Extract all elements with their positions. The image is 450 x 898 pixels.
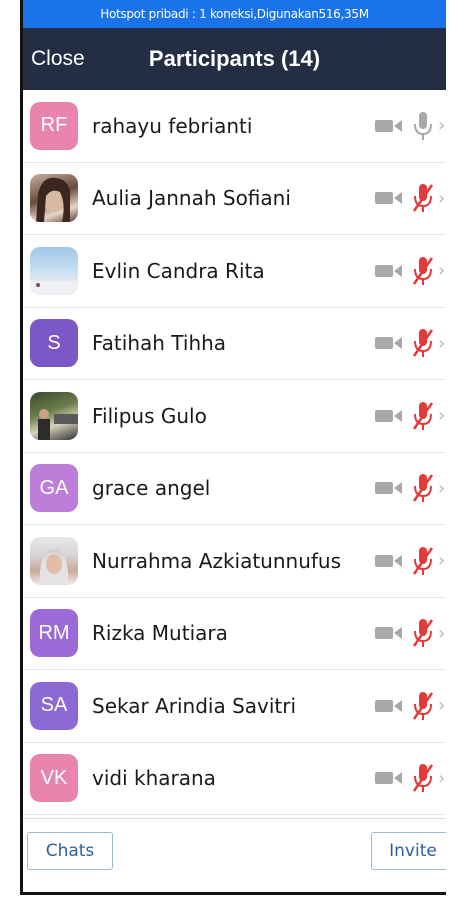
bottom-toolbar: Chats Invite: [23, 818, 446, 885]
video-off-icon: [375, 699, 402, 712]
close-button[interactable]: Close: [31, 28, 85, 90]
avatar: RM: [30, 609, 78, 658]
participant-controls: ›: [374, 453, 446, 525]
app-frame: Hotspot pribadi : 1 koneksi,Digunakan516…: [20, 0, 446, 895]
muted-microphone-icon: [412, 619, 434, 648]
avatar: RF: [30, 101, 78, 150]
participant-controls: ›: [374, 380, 446, 452]
participant-name: rahayu febrianti: [92, 113, 253, 138]
participant-row[interactable]: Filipus Gulo ›: [23, 380, 446, 453]
participant-controls: ›: [374, 163, 446, 235]
participant-controls: ›: [374, 308, 446, 380]
participant-row[interactable]: GA grace angel ›: [23, 453, 446, 525]
avatar: [30, 246, 78, 295]
video-off-icon: [375, 409, 402, 422]
profile-photo: [30, 280, 78, 295]
participant-controls: ›: [374, 743, 446, 815]
participant-name: Aulia Jannah Sofiani: [92, 186, 291, 211]
avatar-initials: RM: [38, 621, 70, 644]
chevron-right-icon: ›: [438, 767, 446, 789]
avatar: [30, 391, 78, 440]
muted-microphone-icon: [412, 764, 434, 793]
video-off-icon: [375, 264, 402, 277]
participant-name: Filipus Gulo: [92, 403, 207, 428]
video-off-icon: [375, 482, 402, 495]
muted-microphone-icon: [412, 546, 434, 575]
participant-controls: ›: [374, 235, 446, 307]
profile-photo: [39, 548, 69, 585]
avatar-initials: S: [47, 331, 61, 354]
chevron-right-icon: ›: [438, 695, 446, 717]
avatar-initials: GA: [39, 476, 69, 499]
page-title: Participants (14): [148, 46, 321, 71]
avatar: S: [30, 319, 78, 368]
muted-microphone-icon: [412, 184, 434, 213]
video-off-icon: [375, 772, 402, 785]
participant-name: Rizka Mutiara: [92, 621, 228, 646]
avatar: [30, 174, 78, 223]
muted-microphone-icon: [412, 401, 434, 430]
avatar: SA: [30, 681, 78, 730]
chevron-right-icon: ›: [438, 187, 446, 209]
video-off-icon: [375, 627, 402, 640]
muted-microphone-icon: [412, 474, 434, 503]
invite-button[interactable]: Invite: [371, 832, 446, 870]
video-off-icon: [375, 554, 402, 567]
chevron-right-icon: ›: [438, 622, 446, 644]
participant-row[interactable]: SA Sekar Arindia Savitri ›: [23, 670, 446, 743]
participant-row[interactable]: RM Rizka Mutiara ›: [23, 598, 446, 670]
chevron-right-icon: ›: [438, 260, 446, 282]
participant-row[interactable]: VK vidi kharana ›: [23, 743, 446, 815]
status-bar: Hotspot pribadi : 1 koneksi,Digunakan516…: [23, 0, 446, 28]
participant-controls: ›: [374, 670, 446, 742]
participant-row[interactable]: RF rahayu febrianti ›: [23, 90, 446, 163]
header-bar: Close Participants (14): [23, 28, 446, 90]
avatar: GA: [30, 464, 78, 513]
chevron-right-icon: ›: [438, 550, 446, 572]
participant-row[interactable]: Nurrahma Azkiatunnufus ›: [23, 525, 446, 598]
participant-controls: ›: [374, 598, 446, 670]
participant-list: RF rahayu febrianti › Aulia Jannah Sofia…: [23, 90, 446, 815]
avatar-initials: VK: [40, 766, 68, 789]
video-off-icon: [375, 192, 402, 205]
participant-name: grace angel: [92, 476, 211, 501]
avatar-initials: SA: [40, 694, 68, 717]
avatar: VK: [30, 754, 78, 803]
profile-photo: [38, 408, 78, 440]
profile-photo: [36, 178, 71, 223]
video-off-icon: [375, 119, 402, 132]
participant-row[interactable]: Aulia Jannah Sofiani ›: [23, 163, 446, 235]
participant-name: Sekar Arindia Savitri: [92, 693, 297, 718]
participant-controls: ›: [374, 90, 446, 162]
participant-name: vidi kharana: [92, 766, 216, 791]
participant-controls: ›: [374, 525, 446, 597]
participant-row[interactable]: S Fatihah Tihha ›: [23, 308, 446, 380]
participant-name: Fatihah Tihha: [92, 331, 227, 356]
chevron-right-icon: ›: [438, 477, 446, 499]
chats-button[interactable]: Chats: [27, 832, 113, 870]
chevron-right-icon: ›: [438, 115, 446, 137]
video-off-icon: [375, 337, 402, 350]
muted-microphone-icon: [412, 691, 434, 720]
chevron-right-icon: ›: [438, 332, 446, 354]
chevron-right-icon: ›: [438, 405, 446, 427]
avatar-initials: RF: [40, 114, 68, 137]
avatar: [30, 536, 78, 585]
participant-name: Evlin Candra Rita: [92, 258, 265, 283]
muted-microphone-icon: [412, 329, 434, 358]
participant-row[interactable]: Evlin Candra Rita ›: [23, 235, 446, 308]
status-bar-text: Hotspot pribadi : 1 koneksi,Digunakan516…: [100, 7, 369, 21]
participant-name: Nurrahma Azkiatunnufus: [92, 548, 342, 573]
muted-microphone-icon: [412, 256, 434, 285]
microphone-icon: [414, 111, 432, 140]
